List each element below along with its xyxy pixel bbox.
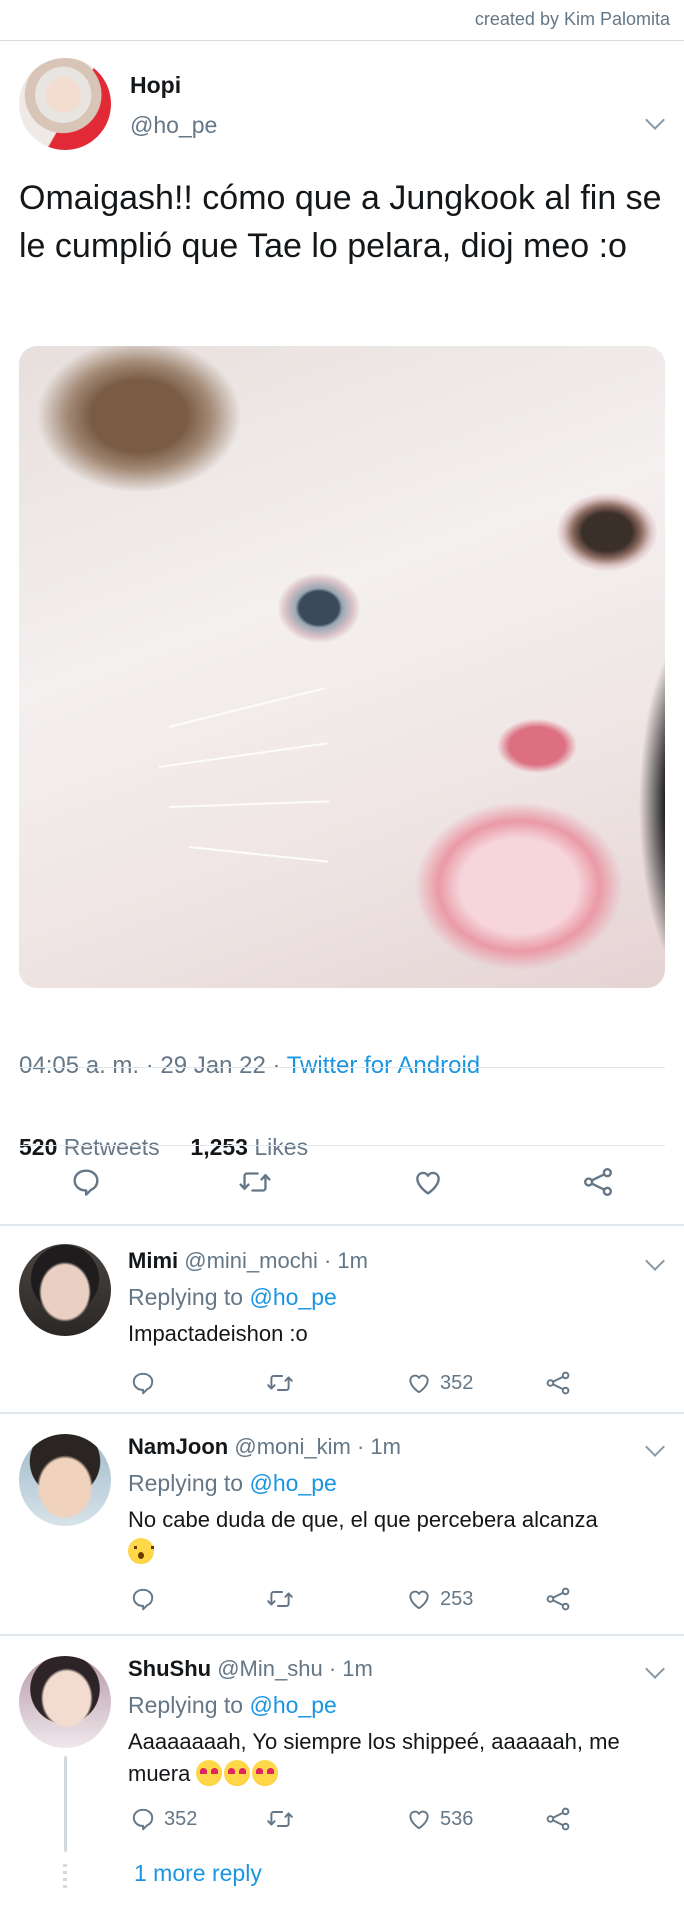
thread-dots — [63, 1864, 67, 1890]
like-icon — [409, 1374, 429, 1394]
like-button[interactable]: 253 — [406, 1586, 473, 1612]
share-button[interactable] — [545, 1586, 571, 1612]
share-icon — [546, 1807, 570, 1831]
reply-count: 352 — [164, 1807, 198, 1830]
replying-to: Replying to @ho_pe — [128, 1284, 337, 1310]
avatar[interactable] — [19, 1244, 111, 1336]
reply-icon — [132, 1372, 154, 1395]
thread-line — [64, 1756, 67, 1852]
reply-tweet[interactable]: Mimi @mini_mochi · 1m Replying to @ho_pe… — [0, 1226, 684, 1410]
replying-to-handle[interactable]: @ho_pe — [249, 1470, 336, 1496]
share-icon — [546, 1371, 570, 1395]
reply-author-name[interactable]: NamJoon — [128, 1434, 228, 1459]
reply-icon — [132, 1808, 154, 1831]
reply-text: Impactadeishon :o — [128, 1321, 308, 1346]
reply-author-name[interactable]: ShuShu — [128, 1656, 211, 1681]
like-count: 253 — [440, 1587, 474, 1610]
like-icon — [409, 1590, 429, 1610]
whisker — [188, 846, 329, 863]
astonished-emoji — [128, 1538, 154, 1564]
reply-author-name[interactable]: Mimi — [128, 1248, 178, 1273]
tweet-photo[interactable] — [19, 346, 665, 988]
share-button[interactable] — [582, 1166, 614, 1198]
replying-to: Replying to @ho_pe — [128, 1692, 337, 1718]
tweet-stats: 520 Retweets 1,253 Likes — [19, 1134, 308, 1161]
share-button[interactable] — [545, 1806, 571, 1832]
like-count: 352 — [440, 1371, 474, 1394]
main-tweet: Hopi @ho_pe Omaigash!! cómo que a Jungko… — [0, 40, 684, 1224]
timestamp: 04:05 a. m. · 29 Jan 22 · — [19, 1052, 287, 1079]
retweet-icon — [239, 1172, 271, 1192]
chevron-down-icon[interactable] — [645, 1659, 665, 1679]
reply-handle-time[interactable]: @mini_mochi · 1m — [178, 1248, 368, 1273]
like-count: 536 — [440, 1807, 474, 1830]
retweet-button[interactable] — [238, 1166, 272, 1198]
tweet-text: Omaigash!! cómo que a Jungkook al fin se… — [19, 179, 662, 265]
more-replies-link[interactable]: 1 more reply — [134, 1860, 262, 1887]
whisker — [158, 742, 328, 768]
like-button[interactable] — [412, 1166, 444, 1198]
reply-button[interactable] — [130, 1370, 164, 1396]
reply-tweet[interactable]: ShuShu @Min_shu · 1m Replying to @ho_pe … — [0, 1636, 684, 1920]
share-icon — [584, 1168, 612, 1196]
share-icon — [546, 1587, 570, 1611]
source-link[interactable]: Twitter for Android — [287, 1052, 480, 1079]
credit-text: created by Kim Palomita — [474, 9, 670, 29]
whisker — [168, 687, 325, 728]
replying-to-handle[interactable]: @ho_pe — [249, 1284, 336, 1310]
retweet-icon — [267, 1811, 293, 1827]
chevron-down-icon[interactable] — [645, 1437, 665, 1457]
tweet-meta: 04:05 a. m. · 29 Jan 22 · Twitter for An… — [19, 1052, 480, 1080]
reply-button[interactable]: 352 — [130, 1806, 197, 1832]
like-button[interactable]: 352 — [406, 1370, 473, 1396]
retweet-button[interactable] — [266, 1370, 294, 1396]
reply-header: Mimi @mini_mochi · 1m — [128, 1248, 368, 1274]
chevron-down-icon[interactable] — [645, 1251, 665, 1271]
reply-text: Aaaaaaaah, Yo siempre los shippeé, aaaaa… — [128, 1729, 620, 1786]
reply-icon — [73, 1169, 99, 1196]
reply-handle-time[interactable]: @Min_shu · 1m — [211, 1656, 373, 1681]
whisker — [168, 800, 329, 808]
avatar[interactable] — [19, 1434, 111, 1526]
like-icon — [409, 1810, 429, 1830]
reply-header: NamJoon @moni_kim · 1m — [128, 1434, 401, 1460]
reply-button[interactable] — [70, 1166, 102, 1198]
replying-to: Replying to @ho_pe — [128, 1470, 337, 1496]
reply-icon — [132, 1588, 154, 1611]
avatar[interactable] — [19, 1656, 111, 1748]
author-handle[interactable]: @ho_pe — [130, 112, 217, 139]
reply-header: ShuShu @Min_shu · 1m — [128, 1656, 373, 1682]
reply-tweet[interactable]: NamJoon @moni_kim · 1m Replying to @ho_p… — [0, 1414, 684, 1632]
share-button[interactable] — [545, 1370, 571, 1396]
like-icon — [416, 1171, 440, 1195]
like-count[interactable]: 1,253 Likes — [190, 1134, 308, 1160]
divider — [19, 1145, 665, 1146]
author-name[interactable]: Hopi — [130, 72, 181, 99]
retweet-count[interactable]: 520 Retweets — [19, 1134, 160, 1160]
divider — [19, 1067, 665, 1068]
chevron-down-icon[interactable] — [645, 110, 665, 130]
heart-eyes-emoji — [196, 1760, 223, 1786]
reply-text: No cabe duda de que, el que percebera al… — [128, 1504, 668, 1568]
retweet-icon — [267, 1375, 293, 1391]
avatar[interactable] — [19, 58, 111, 150]
like-button[interactable]: 536 — [406, 1806, 473, 1832]
retweet-icon — [267, 1591, 293, 1607]
retweet-button[interactable] — [266, 1586, 294, 1612]
heart-eyes-emoji — [252, 1760, 279, 1786]
retweet-button[interactable] — [266, 1806, 294, 1832]
reply-button[interactable] — [130, 1586, 164, 1612]
heart-eyes-emoji — [224, 1760, 251, 1786]
replying-to-handle[interactable]: @ho_pe — [249, 1692, 336, 1718]
reply-handle-time[interactable]: @moni_kim · 1m — [228, 1434, 401, 1459]
